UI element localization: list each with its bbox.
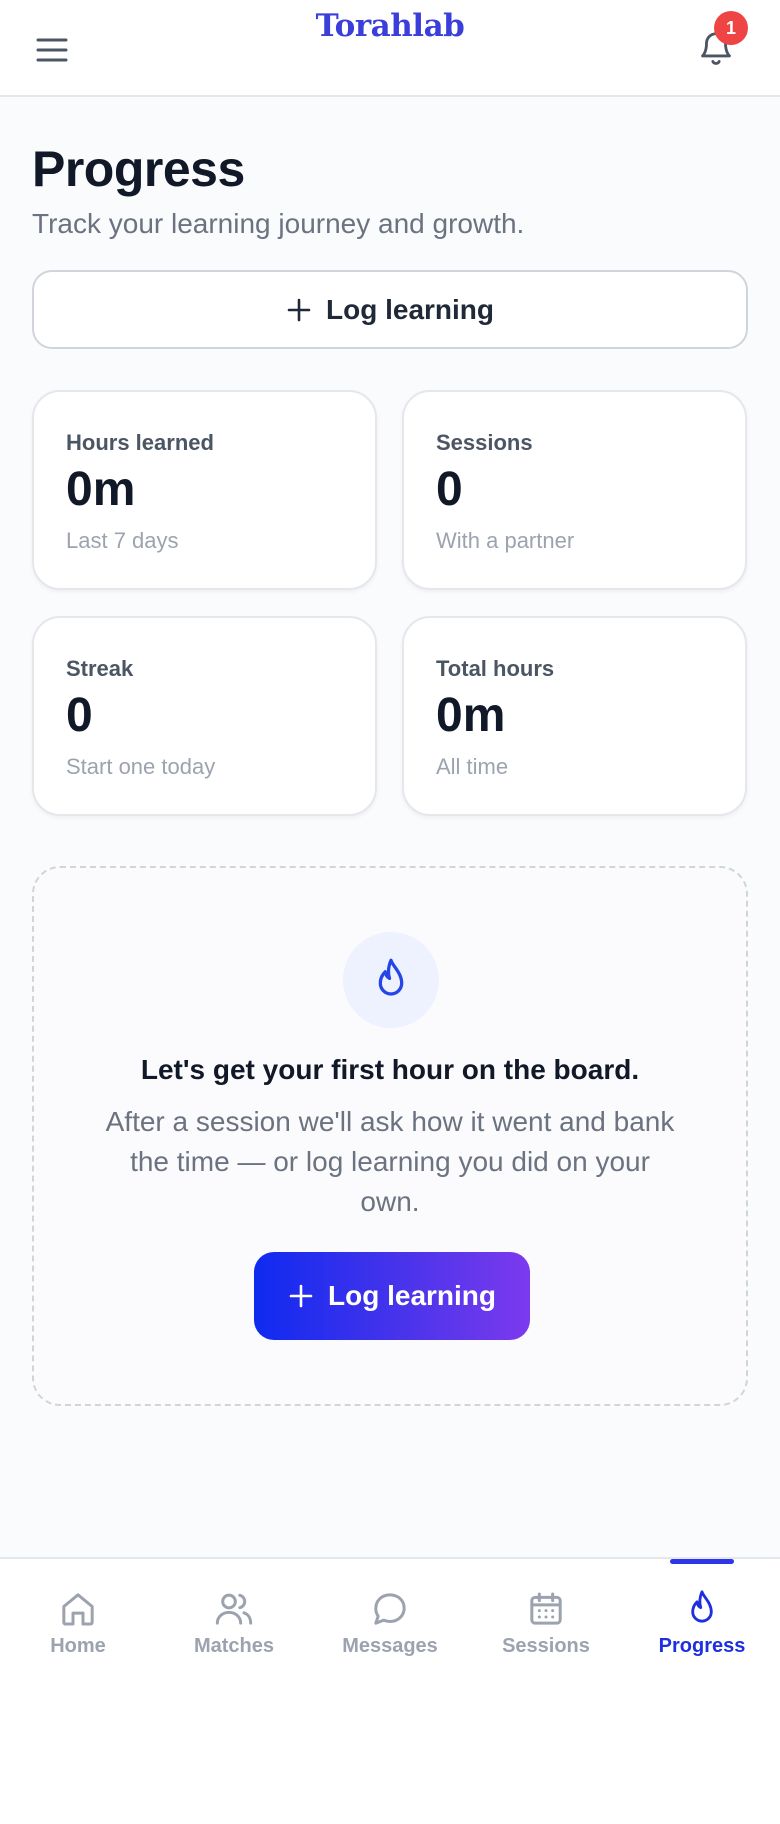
empty-state-title: Let's get your first hour on the board.: [140, 1054, 640, 1085]
chat-bubble-icon: [374, 1593, 406, 1625]
flame-icon: [691, 1590, 713, 1623]
stat-label: Total hours: [436, 656, 555, 681]
plus-icon: [287, 298, 311, 321]
nav-label: Messages: [342, 1635, 438, 1657]
stat-card-streak: Streak 0 Start one today: [32, 616, 377, 816]
stat-label: Hours learned: [66, 430, 214, 455]
flame-icon: [378, 958, 404, 996]
page-title: Progress: [32, 141, 245, 197]
stat-caption: All time: [436, 754, 509, 779]
empty-state: Let's get your first hour on the board. …: [32, 866, 748, 1406]
stat-card-hours-learned: Hours learned 0m Last 7 days: [32, 390, 377, 590]
home-icon: [62, 1593, 94, 1626]
top-bar: Torahlab 1: [0, 0, 780, 97]
nav-label: Sessions: [502, 1635, 590, 1657]
nav-item-matches[interactable]: Matches: [156, 1559, 312, 1679]
plus-icon: [289, 1284, 313, 1308]
stat-label: Sessions: [436, 430, 533, 455]
stat-value: 0: [66, 689, 93, 742]
nav-label: Progress: [658, 1635, 746, 1657]
bottom-nav: Home Matches Messages Sessions Progress: [0, 1557, 780, 1824]
brand-logo[interactable]: Torahlab: [0, 8, 780, 44]
nav-item-sessions[interactable]: Sessions: [468, 1559, 624, 1679]
log-learning-primary-button[interactable]: Log learning: [254, 1252, 530, 1340]
notification-badge: 1: [714, 11, 748, 45]
stat-card-sessions: Sessions 0 With a partner: [402, 390, 747, 590]
users-icon: [215, 1593, 253, 1625]
stat-value: 0m: [66, 463, 136, 516]
empty-state-icon-circle: [343, 932, 439, 1028]
stat-value: 0m: [436, 689, 506, 742]
stat-card-total-hours: Total hours 0m All time: [402, 616, 747, 816]
log-learning-primary-label: Log learning: [328, 1280, 496, 1311]
empty-state-text: After a session we'll ask how it went an…: [105, 1106, 675, 1217]
page-subtitle: Track your learning journey and growth.: [32, 208, 525, 239]
nav-item-home[interactable]: Home: [0, 1559, 156, 1679]
stat-caption: Last 7 days: [66, 528, 179, 553]
nav-label: Matches: [193, 1635, 275, 1657]
nav-label: Home: [50, 1635, 106, 1657]
stat-caption: With a partner: [436, 528, 575, 553]
stat-value: 0: [436, 463, 463, 516]
calendar-icon: [530, 1592, 562, 1625]
log-learning-button[interactable]: Log learning: [32, 270, 748, 349]
stat-caption: Start one today: [66, 754, 216, 779]
nav-item-messages[interactable]: Messages: [312, 1559, 468, 1679]
log-learning-label: Log learning: [326, 293, 494, 325]
nav-item-progress[interactable]: Progress: [624, 1559, 780, 1679]
stat-label: Streak: [66, 656, 134, 681]
